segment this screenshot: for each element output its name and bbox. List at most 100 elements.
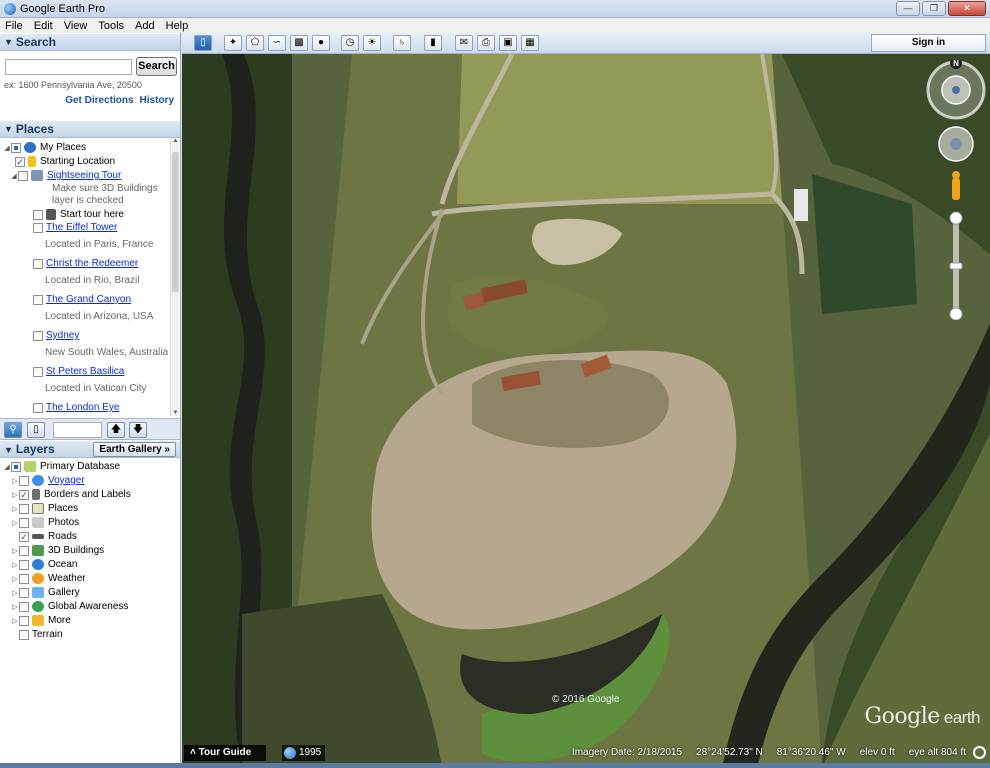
tree-item-starting-location[interactable]: ✓ Starting Location [15, 155, 115, 168]
scroll-up-icon[interactable]: ▲ [171, 138, 180, 144]
expand-arrow-icon[interactable]: ◢ [3, 144, 11, 152]
menu-tools[interactable]: Tools [98, 20, 124, 32]
checkbox[interactable] [33, 330, 43, 341]
search-header[interactable]: ▼ Search [0, 33, 180, 51]
sign-in-button[interactable]: Sign in [871, 34, 986, 52]
tree-item-sightseeing-tour[interactable]: ◢ Sightseeing Tour [10, 169, 121, 182]
checkbox[interactable] [33, 258, 43, 269]
expand-arrow-icon[interactable]: ▷ [11, 547, 19, 555]
history-link[interactable]: History [140, 95, 174, 106]
layer-photos[interactable]: ▷ Photos [11, 516, 79, 529]
map-view[interactable]: N © 2016 Google Google earth ˄ Tour Guide… [182, 54, 990, 768]
menu-view[interactable]: View [64, 20, 88, 32]
checkbox[interactable] [33, 294, 43, 305]
expand-arrow-icon[interactable]: ▷ [11, 575, 19, 583]
menu-file[interactable]: File [5, 20, 23, 32]
places-filter-input[interactable] [53, 422, 102, 438]
expand-arrow-icon[interactable]: ▷ [11, 561, 19, 569]
zoom-out-icon[interactable] [949, 307, 963, 320]
expand-arrow-icon[interactable]: ◢ [3, 463, 11, 471]
checkbox[interactable] [33, 402, 43, 413]
tree-item-link[interactable]: Christ the Redeemer [46, 258, 138, 269]
email-icon[interactable]: ✉ [455, 35, 473, 51]
navigation-controls[interactable]: N [926, 60, 986, 320]
tree-item-start-tour[interactable]: Start tour here [33, 208, 124, 221]
historical-year-badge[interactable]: 1995 [282, 745, 326, 761]
view-in-maps-icon[interactable]: ▦ [521, 35, 539, 51]
layer-gallery[interactable]: ▷ Gallery [11, 586, 80, 599]
checkbox[interactable] [19, 545, 29, 556]
record-tour-icon[interactable]: ● [312, 35, 330, 51]
checkbox[interactable] [19, 559, 29, 570]
zoom-in-icon[interactable] [949, 211, 963, 225]
layers-header[interactable]: ▼ Layers Earth Gallery » [0, 440, 180, 458]
layer-primary-database[interactable]: ◢ Primary Database [3, 460, 120, 473]
search-places-icon[interactable]: ⚲ [4, 422, 22, 438]
expand-arrow-icon[interactable]: ▷ [11, 491, 19, 499]
checkbox[interactable] [19, 503, 29, 514]
tree-item-link[interactable]: Sydney [46, 330, 79, 341]
checkbox[interactable]: ✓ [15, 156, 25, 167]
scroll-thumb[interactable] [172, 152, 179, 292]
layer-link[interactable]: Voyager [48, 475, 85, 486]
menu-add[interactable]: Add [135, 20, 155, 32]
ruler-icon[interactable]: ▮ [424, 35, 442, 51]
get-directions-link[interactable]: Get Directions [65, 95, 133, 106]
path-icon[interactable]: ∽ [268, 35, 286, 51]
layer-terrain[interactable]: Terrain [11, 628, 63, 641]
tree-item-link[interactable]: The Eiffel Tower [46, 222, 117, 233]
expand-arrow-icon[interactable]: ▷ [11, 603, 19, 611]
print-icon[interactable]: ⎙ [477, 35, 495, 51]
tree-item-london-eye[interactable]: The London Eye [33, 401, 119, 414]
search-input[interactable] [5, 59, 132, 75]
image-overlay-icon[interactable]: ▩ [290, 35, 308, 51]
earth-gallery-button[interactable]: Earth Gallery » [93, 441, 176, 457]
checkbox[interactable] [11, 461, 21, 472]
minimize-button[interactable]: — [896, 1, 920, 16]
menu-help[interactable]: Help [166, 20, 189, 32]
tree-item-link[interactable]: Sightseeing Tour [47, 170, 121, 181]
tour-guide-button[interactable]: ˄ Tour Guide [184, 745, 266, 761]
tree-item-eiffel-tower[interactable]: The Eiffel Tower [33, 221, 117, 234]
sunlight-icon[interactable]: ☀ [363, 35, 381, 51]
polygon-icon[interactable]: ⬠ [246, 35, 264, 51]
checkbox[interactable] [11, 142, 21, 153]
zoom-slider-thumb[interactable] [949, 262, 963, 270]
layer-global-awareness[interactable]: ▷ Global Awareness [11, 600, 128, 613]
panel-toggle-icon[interactable]: ▯ [27, 422, 45, 438]
scroll-down-icon[interactable]: ▼ [171, 410, 180, 416]
layer-places[interactable]: ▷ Places [11, 502, 78, 515]
satellite-imagery[interactable] [182, 54, 990, 768]
places-scrollbar[interactable]: ▲ ▼ [170, 138, 179, 416]
layer-3d-buildings[interactable]: ▷ 3D Buildings [11, 544, 104, 557]
planets-icon[interactable]: ♄ [393, 35, 411, 51]
expand-arrow-icon[interactable]: ▷ [11, 519, 19, 527]
checkbox[interactable] [33, 366, 43, 377]
layer-borders-labels[interactable]: ▷ ✓ Borders and Labels [11, 488, 131, 501]
placemark-icon[interactable]: ✦ [224, 35, 242, 51]
layer-more[interactable]: ▷ More [11, 614, 71, 627]
close-button[interactable]: ✕ [948, 1, 986, 16]
maximize-button[interactable]: ❐ [922, 1, 946, 16]
checkbox[interactable] [19, 587, 29, 598]
tree-item-st-peters[interactable]: St Peters Basilica [33, 365, 124, 378]
tree-item-link[interactable]: The Grand Canyon [46, 294, 131, 305]
checkbox[interactable]: ✓ [19, 489, 29, 500]
tree-item-link[interactable]: St Peters Basilica [46, 366, 124, 377]
layer-ocean[interactable]: ▷ Ocean [11, 558, 77, 571]
places-header[interactable]: ▼ Places [0, 120, 180, 138]
tree-item-christ-redeemer[interactable]: Christ the Redeemer [33, 257, 138, 270]
tree-item-sydney[interactable]: Sydney [33, 329, 79, 342]
checkbox[interactable] [19, 615, 29, 626]
expand-arrow-icon[interactable]: ▷ [11, 505, 19, 513]
tree-item-link[interactable]: The London Eye [46, 402, 119, 413]
menu-edit[interactable]: Edit [34, 20, 53, 32]
tree-item-my-places[interactable]: ◢ My Places [3, 141, 86, 154]
checkbox[interactable] [19, 629, 29, 640]
checkbox[interactable] [18, 170, 28, 181]
layer-roads[interactable]: ✓ Roads [19, 530, 77, 543]
checkbox[interactable] [19, 517, 29, 528]
expand-arrow-icon[interactable]: ◢ [10, 172, 18, 180]
checkbox[interactable] [19, 475, 29, 486]
move-up-icon[interactable]: 🡅 [107, 422, 125, 438]
